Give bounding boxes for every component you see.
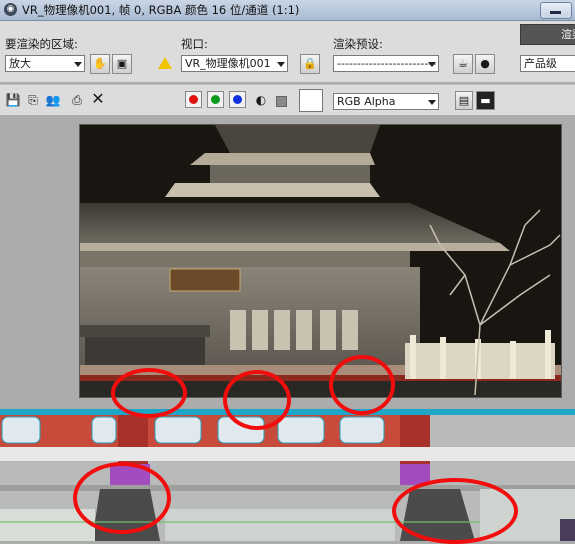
pagoda-render	[80, 125, 561, 397]
save-image-button[interactable]: 💾	[5, 92, 21, 108]
lock-icon: 🔒	[303, 57, 317, 70]
green-dot-icon	[211, 95, 220, 104]
green-channel-toggle[interactable]	[207, 91, 224, 108]
color-swatch[interactable]	[299, 89, 323, 112]
alpha-display-button[interactable]: ◐	[253, 92, 269, 108]
preset-dropdown[interactable]: -------------------------	[333, 55, 439, 72]
clear-image-button[interactable]: ✕	[90, 91, 106, 107]
blue-dot-icon	[233, 95, 242, 104]
annotation-circle	[223, 370, 291, 430]
area-dropdown[interactable]: 放大	[5, 55, 85, 72]
red-dot-icon	[189, 95, 198, 104]
chevron-down-icon	[428, 62, 436, 67]
blue-channel-toggle[interactable]	[229, 91, 246, 108]
region-select-icon: ▣	[116, 57, 128, 70]
rendered-image	[79, 124, 562, 398]
preset-dropdown-value: -------------------------	[337, 57, 437, 70]
area-dropdown-value: 放大	[9, 57, 31, 70]
sphere-icon: ●	[480, 57, 490, 70]
close-icon: ✕	[91, 89, 105, 108]
window-title-bar: ◉ VR_物理像机001, 帧 0, RGBA 颜色 16 位/通道 (1:1)	[0, 0, 575, 21]
red-channel-toggle[interactable]	[185, 91, 202, 108]
app-icon: ◉	[4, 3, 17, 16]
half-circle-icon: ◐	[255, 93, 267, 107]
viewport-dropdown[interactable]: VR_物理像机001	[181, 55, 288, 72]
channel-dropdown-value: RGB Alpha	[337, 95, 396, 108]
area-label: 要渲染的区域:	[5, 37, 78, 51]
environment-button[interactable]: ●	[475, 54, 495, 74]
annotation-circle	[73, 462, 171, 534]
edit-region-button[interactable]: ✋	[90, 54, 110, 74]
minimize-icon	[550, 11, 561, 14]
clone-window-button[interactable]: 👥	[45, 92, 61, 108]
minimize-button[interactable]	[540, 2, 572, 19]
print-image-button[interactable]: ⎙	[69, 92, 85, 108]
lock-viewport-button[interactable]: 🔒	[300, 54, 320, 74]
quality-dropdown-value: 产品级	[524, 57, 557, 70]
annotation-circle	[392, 478, 518, 544]
mono-toggle[interactable]	[276, 96, 287, 107]
copy-image-button[interactable]: ⎘	[25, 92, 41, 108]
display-toggle-button[interactable]: ▤	[455, 91, 473, 110]
render-setup-button[interactable]: ☕	[453, 54, 473, 74]
channel-dropdown[interactable]: RGB Alpha	[333, 93, 439, 110]
render-controls-panel: 要渲染的区域: 放大 ✋ ▣ 视口: VR_物理像机001 🔒 渲染预设: --…	[0, 21, 575, 82]
hand-icon: ✋	[93, 57, 107, 70]
frame-toolbar: 💾 ⎘ 👥 ⎙ ✕ ◐ RGB Alpha ▤ ▬	[0, 84, 575, 116]
viewport-dropdown-value: VR_物理像机001	[185, 57, 271, 70]
quality-dropdown[interactable]: 产品级	[520, 55, 575, 72]
annotation-circle	[329, 355, 395, 415]
render-button-label: 渲染	[561, 28, 575, 41]
chevron-down-icon	[277, 62, 285, 67]
render-button[interactable]: 渲染	[520, 24, 575, 45]
frame-buffer-button[interactable]: ▬	[476, 91, 495, 110]
preset-label: 渲染预设:	[333, 37, 383, 51]
copy-icon: ⎘	[28, 93, 38, 107]
save-icon: 💾	[5, 93, 21, 107]
auto-region-button[interactable]: ▣	[112, 54, 132, 74]
clone-icon: 👥	[45, 93, 61, 107]
monitor-icon: ▬	[480, 94, 491, 107]
chevron-down-icon	[74, 62, 82, 67]
warning-icon	[158, 57, 172, 69]
annotation-circle	[111, 368, 187, 418]
window-icon: ▤	[458, 94, 470, 107]
viewport-label: 视口:	[181, 37, 208, 51]
chevron-down-icon	[428, 100, 436, 105]
print-icon: ⎙	[72, 93, 82, 107]
window-title: VR_物理像机001, 帧 0, RGBA 颜色 16 位/通道 (1:1)	[22, 3, 300, 17]
teapot-icon: ☕	[458, 57, 468, 70]
